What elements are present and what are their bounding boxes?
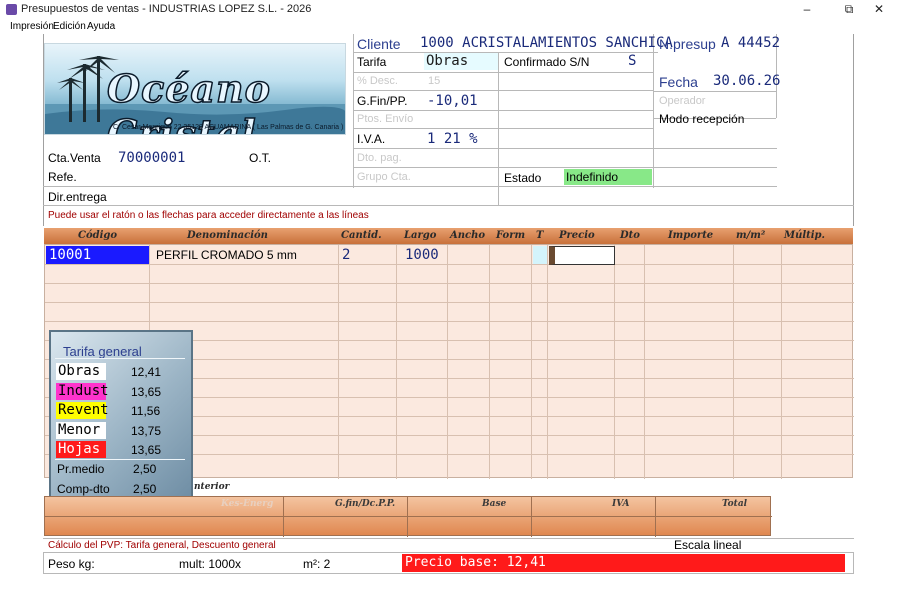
tarifa-value-menor: 13,75 (131, 424, 162, 438)
cliente-label: Cliente (357, 36, 401, 52)
line-cantidad[interactable]: 2 (342, 247, 350, 263)
col-ancho[interactable]: Ancho (450, 230, 485, 241)
fecha-label: Fecha (659, 74, 698, 90)
lines-table-header: Código Denominación Cantid. Largo Ancho … (44, 228, 853, 244)
prmedio-label: Pr.medio (57, 462, 105, 476)
cta-venta-value[interactable]: 70000001 (118, 150, 185, 166)
col-denominacion[interactable]: Denominación (187, 230, 268, 241)
estado-field[interactable]: Indefinido (564, 169, 652, 185)
pdesc-label: % Desc. (357, 75, 398, 87)
col-cantidad[interactable]: Cantid. (341, 230, 382, 241)
tarifa-popup-title: Tarifa general (63, 344, 142, 359)
totals-bar: Kes-Energ G.fin/Dc.P.P. Base IVA Total (44, 496, 772, 537)
direntrega-label: Dir.entrega (48, 190, 107, 204)
grupo-cta-label: Grupo Cta. (357, 171, 411, 183)
company-logo: Océano Cristal C/ Cesar Manrique 22 3512… (44, 43, 346, 135)
iva-value[interactable]: 1 21 % (427, 131, 478, 147)
gfin-value[interactable]: -10,01 (427, 93, 478, 109)
line-t-cell[interactable] (533, 246, 547, 264)
estado-value: Indefinido (566, 170, 619, 184)
totals-col-gfin: G.fin/Dc.P.P. (335, 499, 396, 509)
logo-address: C/ Cesar Manrique 22 35129 ACUAMARINA ( … (113, 124, 344, 131)
col-m2[interactable]: m/m² (736, 230, 765, 241)
peso-label: Peso kg: (48, 557, 95, 571)
totals-grid (45, 497, 772, 537)
npresup-value[interactable]: A 44452 (721, 35, 780, 51)
col-precio[interactable]: Precio (559, 230, 595, 241)
refe-label: Refe. (48, 170, 77, 184)
gfin-label: G.Fin/PP. (357, 94, 408, 108)
operador-label: Operador (659, 95, 706, 107)
restore-button[interactable]: ⧉ (832, 0, 866, 20)
line-precio-input[interactable] (549, 246, 615, 265)
tarifa-value-hojas: 13,65 (131, 443, 162, 457)
portes-label: Ptos. Envío (357, 113, 414, 125)
prmedio-value: 2,50 (133, 462, 157, 476)
selected-codigo-cell[interactable]: 10001 (46, 246, 149, 264)
menu-impresion[interactable]: Impresión (10, 21, 54, 32)
dto-pag-label: Dto. pag. (357, 152, 402, 164)
modo-recepcion-label: Modo recepción (659, 112, 745, 126)
confirmado-value[interactable]: S (628, 53, 636, 69)
confirmado-label: Confirmado S/N (504, 55, 590, 69)
col-codigo[interactable]: Código (78, 230, 117, 241)
totals-col-kes: Kes-Energ (221, 499, 274, 509)
compdto-value: 2,50 (133, 482, 157, 496)
precio-base-bar: Precio base: 12,41 (402, 554, 845, 572)
tarifa-value: Obras (426, 53, 469, 69)
tarifa-row-indust[interactable]: Indust (56, 383, 109, 400)
tarifa-label: Tarifa (357, 55, 387, 69)
hint-text: Puede usar el ratón o las flechas para a… (48, 210, 369, 221)
tarifa-popup: Tarifa general Obras 12,41 Indust 13,65 … (49, 330, 193, 506)
close-button[interactable]: ✕ (862, 0, 896, 20)
iva-label: I.V.A. (357, 132, 386, 146)
line-codigo: 10001 (49, 247, 92, 263)
tarifa-row-revent[interactable]: Revent (56, 402, 109, 419)
estado-label: Estado (504, 171, 542, 185)
window-titlebar: Presupuestos de ventas - INDUSTRIAS LOPE… (0, 0, 900, 20)
escala-label: Escala lineal (674, 538, 742, 552)
minimize-button[interactable]: – (790, 0, 824, 20)
app-icon (6, 4, 17, 15)
tarifa-value-indust: 13,65 (131, 385, 162, 399)
col-multip[interactable]: Múltip. (784, 230, 825, 241)
calc-note: Cálculo del PVP: Tarifa general, Descuen… (48, 540, 276, 551)
col-largo[interactable]: Largo (404, 230, 436, 241)
menu-bar: Impresión Edición Ayuda (0, 20, 900, 34)
m2-label: m²: 2 (303, 557, 331, 571)
menu-ayuda[interactable]: Ayuda (87, 21, 115, 32)
totals-col-base: Base (482, 499, 507, 509)
tarifa-row-hojas[interactable]: Hojas (56, 441, 106, 458)
menu-edicion[interactable]: Edición (53, 21, 86, 32)
npresup-label: N.presup (659, 36, 716, 52)
tarifa-value-obras: 12,41 (131, 365, 162, 379)
cta-venta-label: Cta.Venta (48, 151, 101, 165)
window-title: Presupuestos de ventas - INDUSTRIAS LOPE… (21, 3, 312, 15)
tarifa-row-menor[interactable]: Menor (56, 422, 106, 439)
tarifa-row-obras[interactable]: Obras (56, 363, 106, 380)
fecha-value[interactable]: 30.06.26 (713, 73, 780, 89)
tarifa-field[interactable]: Obras (424, 53, 498, 70)
tarifa-value-revent: 11,56 (131, 404, 161, 418)
col-dto[interactable]: Dto (620, 230, 640, 241)
col-form[interactable]: Form (496, 230, 525, 241)
totals-col-total: Total (722, 499, 748, 509)
line-largo[interactable]: 1000 (405, 247, 439, 263)
cliente-value[interactable]: 1000 ACRISTALAMIENTOS SANCHICA (420, 35, 673, 51)
col-t[interactable]: T (536, 230, 543, 241)
ot-label: O.T. (249, 151, 272, 165)
totals-col-iva: IVA (612, 499, 630, 509)
mult-label: mult: 1000x (179, 557, 242, 571)
pdesc-value[interactable]: 15 (428, 75, 440, 87)
compdto-label: Comp-dto (57, 482, 110, 496)
col-importe[interactable]: Importe (668, 230, 713, 241)
line-denominacion[interactable]: PERFIL CROMADO 5 mm (156, 248, 297, 262)
anterior-label: nterior (194, 482, 230, 492)
